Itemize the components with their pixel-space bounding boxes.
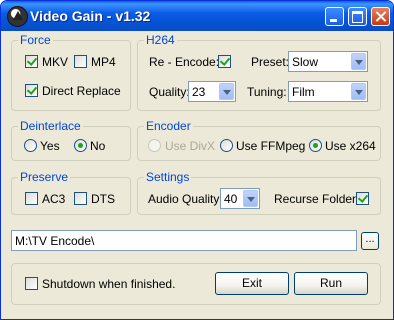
encoder-group: Encoder Use DivX Use FFMpeg Use x264 [137,119,381,161]
close-button[interactable] [371,7,390,26]
use-x264-label: Use x264 [325,139,376,153]
audio-quality-value: 40 [224,192,238,206]
recurse-folders-checkbox[interactable] [356,192,369,205]
h264-legend: H264 [144,33,177,47]
reencode-label: Re - Encode: [149,55,220,69]
title-bar[interactable]: Video Gain - v1.32 [1,1,393,31]
use-divx-radio[interactable] [148,139,161,152]
quality-dropdown[interactable]: 23 [188,81,236,102]
ac3-checkbox[interactable] [25,192,38,205]
footer-group: Shutdown when finished. Exit Run [11,263,381,305]
quality-label: Quality: [149,85,190,99]
chevron-down-icon[interactable] [351,83,366,100]
force-legend: Force [18,33,53,47]
minimize-button[interactable] [325,7,344,26]
use-ffmpeg-label: Use FFMpeg [236,139,306,153]
h264-group: H264 Re - Encode: Preset: Slow Quality: … [137,33,381,111]
chevron-down-icon[interactable] [243,190,258,207]
force-group: Force MKV MP4 Direct Replace [11,33,131,111]
quality-value: 23 [192,85,206,99]
audio-quality-label: Audio Quality: [148,192,223,206]
path-input[interactable]: M:\TV Encode\ [11,230,357,251]
ac3-label: AC3 [42,192,66,206]
tuning-dropdown[interactable]: Film [288,81,368,102]
deinterlace-yes-label: Yes [40,139,60,153]
maximize-button[interactable] [348,7,367,26]
recurse-folders-label: Recurse Folders: [274,192,366,206]
mkv-checkbox[interactable] [25,55,38,68]
direct-replace-checkbox[interactable] [25,84,38,97]
dts-checkbox[interactable] [74,192,87,205]
chevron-down-icon[interactable] [351,53,366,70]
deinterlace-group: Deinterlace Yes No [11,119,131,161]
tuning-value: Film [292,85,315,99]
app-logo-icon[interactable] [7,6,28,27]
dts-label: DTS [91,192,115,206]
chevron-down-icon[interactable] [219,83,234,100]
audio-quality-dropdown[interactable]: 40 [220,188,260,209]
deinterlace-no-radio[interactable] [74,139,87,152]
tuning-label: Tuning: [247,85,287,99]
main-window: Video Gain - v1.32 Force MKV MP4 Direct … [0,0,394,320]
window-title: Video Gain - v1.32 [30,8,151,24]
preset-dropdown[interactable]: Slow [288,51,368,72]
deinterlace-legend: Deinterlace [18,119,83,133]
shutdown-checkbox[interactable] [25,277,38,290]
settings-group: Settings Audio Quality: 40 Recurse Folde… [137,170,381,215]
mp4-label: MP4 [91,55,116,69]
reencode-checkbox[interactable] [218,55,231,68]
deinterlace-no-label: No [90,139,106,153]
exit-button[interactable]: Exit [215,272,289,295]
shutdown-label: Shutdown when finished. [42,277,176,291]
preserve-group: Preserve AC3 DTS [11,170,131,215]
direct-replace-label: Direct Replace [42,84,121,98]
preset-value: Slow [292,55,319,69]
run-button[interactable]: Run [294,272,368,295]
deinterlace-yes-radio[interactable] [24,139,37,152]
encoder-legend: Encoder [144,119,193,133]
use-ffmpeg-radio[interactable] [220,139,233,152]
mp4-checkbox[interactable] [74,55,87,68]
use-divx-label: Use DivX [165,139,216,153]
browse-button[interactable]: ... [361,232,379,250]
preset-label: Preset: [251,55,290,69]
preserve-legend: Preserve [18,170,71,184]
use-x264-radio[interactable] [309,139,322,152]
settings-legend: Settings [144,170,192,184]
mkv-label: MKV [42,55,69,69]
